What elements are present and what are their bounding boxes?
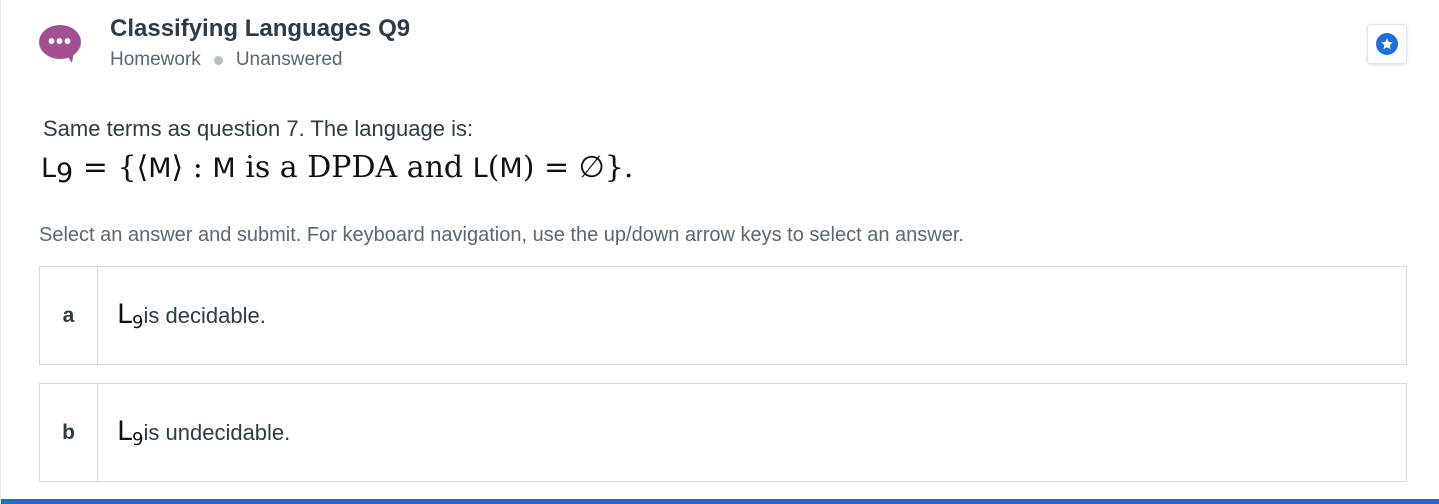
answer-instructions: Select an answer and submit. For keyboar…: [39, 224, 964, 246]
separator-dot: [213, 55, 223, 65]
answer-var: L9: [117, 299, 144, 333]
answer-option-a[interactable]: a L9 is decidable.: [39, 266, 1407, 365]
star-icon: [1376, 33, 1398, 55]
question-type: Homework: [110, 49, 201, 70]
bookmark-star-button[interactable]: [1367, 24, 1407, 64]
language-definition: L9 = {⟨M⟩ : M is a DPDA and L(M) = ∅}.: [41, 148, 633, 194]
math-var-L: L: [41, 153, 57, 184]
math-subscript: 9: [56, 158, 74, 189]
question-body: Same terms as question 7. The language i…: [41, 114, 633, 194]
answer-var-letter: L: [117, 415, 133, 447]
chat-bubble-icon: •••: [39, 25, 81, 67]
math-bracket: ⟩ :: [171, 150, 213, 185]
question-prompt: Same terms as question 7. The language i…: [43, 116, 474, 141]
answer-letter: b: [40, 384, 98, 481]
quiz-question-page: ••• Classifying Languages Q9 Homework Un…: [0, 0, 1439, 504]
question-header: ••• Classifying Languages Q9 Homework Un…: [39, 14, 410, 72]
math-var-L: L: [472, 153, 488, 184]
math-paren: (: [487, 150, 500, 185]
math-var-M: M: [499, 153, 523, 184]
answer-var: L9: [117, 416, 144, 450]
math-phrase: is a DPDA and: [235, 150, 473, 185]
status-label: Unanswered: [235, 49, 343, 70]
answer-label: is decidable.: [143, 302, 266, 328]
answer-var-letter: L: [117, 298, 133, 330]
avatar-tail: [61, 51, 75, 63]
answer-var-sub: 9: [132, 428, 144, 450]
math-close: ) = ∅}.: [522, 150, 634, 185]
title-block: Classifying Languages Q9 Homework Unansw…: [110, 14, 410, 72]
avatar-glyph: •••: [39, 25, 81, 59]
answer-text: L9 is decidable.: [98, 267, 266, 364]
math-var-M: M: [212, 153, 236, 184]
answer-text: L9 is undecidable.: [98, 384, 290, 481]
answer-option-b[interactable]: b L9 is undecidable.: [39, 383, 1407, 482]
math-var-M: M: [148, 153, 172, 184]
math-eq: = {⟨: [73, 150, 149, 185]
bottom-progress-bar: [1, 499, 1439, 504]
page-title: Classifying Languages Q9: [110, 15, 411, 42]
answer-var-sub: 9: [132, 311, 144, 333]
question-meta: Homework Unanswered: [110, 48, 410, 72]
answer-label: is undecidable.: [143, 419, 291, 445]
answer-letter: a: [40, 267, 98, 364]
